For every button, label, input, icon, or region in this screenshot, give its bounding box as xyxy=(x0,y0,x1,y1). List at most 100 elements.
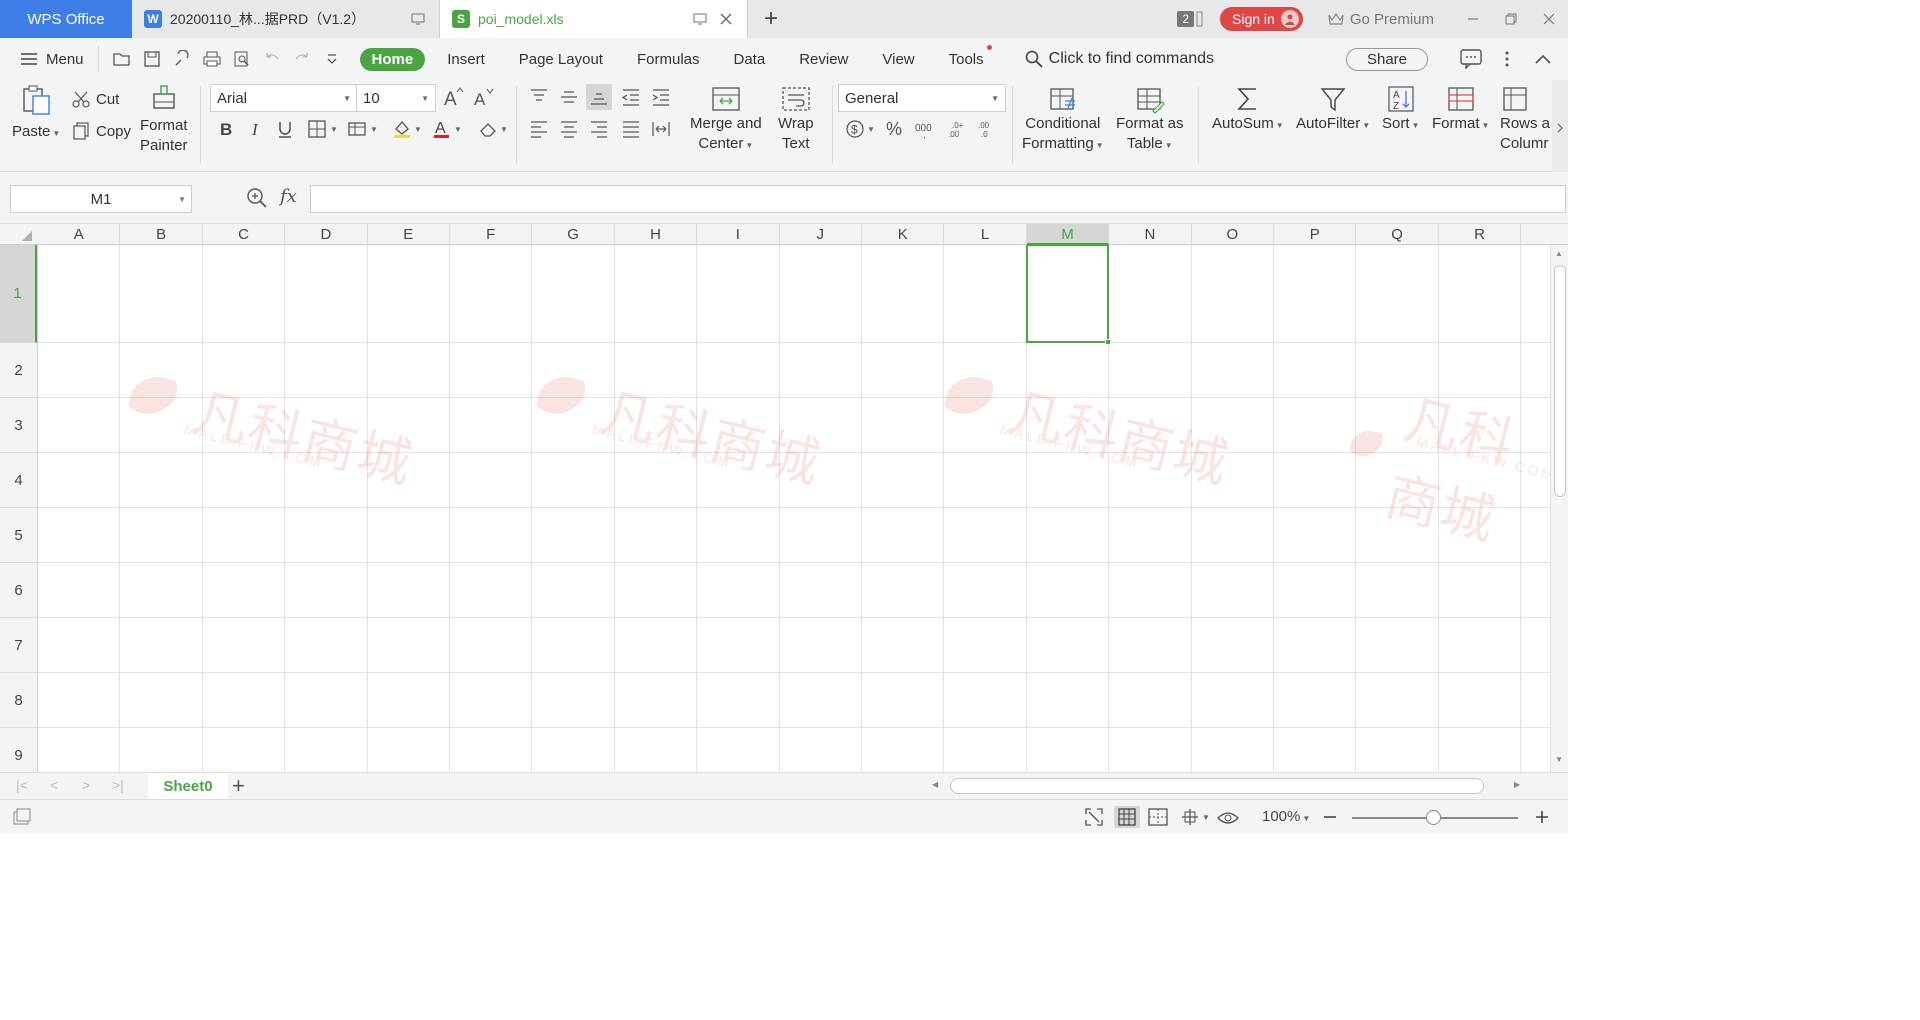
tab-view[interactable]: View xyxy=(870,47,926,72)
clear-format-icon[interactable]: ▼ xyxy=(476,116,510,142)
row-header-6[interactable]: 6 xyxy=(0,563,37,618)
tab-formulas[interactable]: Formulas xyxy=(625,47,712,72)
row-header-5[interactable]: 5 xyxy=(0,508,37,563)
last-sheet-icon[interactable]: >| xyxy=(112,777,124,793)
open-folder-icon[interactable] xyxy=(112,50,131,68)
tab-insert[interactable]: Insert xyxy=(435,47,497,72)
new-tab-button[interactable]: + xyxy=(748,0,794,38)
vertical-scrollbar[interactable]: ▲ ▼ xyxy=(1550,245,1568,772)
column-header-a[interactable]: A xyxy=(38,224,121,245)
window-count-badge[interactable]: 2 xyxy=(1177,0,1204,38)
comment-icon[interactable] xyxy=(1460,48,1482,70)
row-header-7[interactable]: 7 xyxy=(0,618,37,673)
distribute-icon[interactable] xyxy=(648,116,674,142)
tab-data[interactable]: Data xyxy=(722,47,778,72)
column-header-c[interactable]: C xyxy=(203,224,286,245)
merge-center-button[interactable]: Merge and Center ▼ xyxy=(690,84,762,156)
more-options-icon[interactable] xyxy=(1496,48,1518,70)
row-header-9[interactable]: 9 xyxy=(0,728,37,772)
zoom-out-icon[interactable] xyxy=(1318,806,1342,828)
share-button[interactable]: Share xyxy=(1345,47,1428,71)
column-header-g[interactable]: G xyxy=(532,224,615,245)
italic-icon[interactable]: I xyxy=(242,116,268,142)
column-header-h[interactable]: H xyxy=(615,224,698,245)
sort-button[interactable]: AZ Sort ▼ xyxy=(1382,84,1419,136)
format-painter-button[interactable]: Format Painter xyxy=(140,84,188,156)
fill-color-icon[interactable]: ▼ xyxy=(390,116,424,142)
select-all-corner[interactable] xyxy=(0,224,38,245)
decrease-font-icon[interactable]: A xyxy=(470,84,496,110)
redo-icon[interactable] xyxy=(293,50,311,68)
vertical-scroll-thumb[interactable] xyxy=(1554,265,1566,497)
format-button[interactable]: Format ▼ xyxy=(1432,84,1489,136)
column-header-e[interactable]: E xyxy=(368,224,450,245)
cell-grid[interactable]: 凡科商城 MALL.FKW.COM 凡科商城 MALL.FKW.COM 凡科商城… xyxy=(38,245,1550,772)
increase-decimal-icon[interactable]: .0+ .00 xyxy=(944,116,970,142)
conditional-formatting-button[interactable]: Conditional Formatting ▼ xyxy=(1022,84,1104,156)
tab-review[interactable]: Review xyxy=(787,47,860,72)
selected-cell[interactable] xyxy=(1025,245,1112,345)
eye-protection-icon[interactable] xyxy=(1216,806,1240,828)
customize-qa-icon[interactable] xyxy=(323,50,341,68)
collapse-ribbon-icon[interactable] xyxy=(1532,48,1554,70)
monitor-icon[interactable] xyxy=(691,10,709,28)
sheet-tab-sheet0[interactable]: Sheet0 xyxy=(148,773,228,800)
tab-page-layout[interactable]: Page Layout xyxy=(507,47,615,72)
copy-button[interactable]: Copy xyxy=(72,122,131,140)
zoom-in-icon[interactable] xyxy=(1530,806,1554,828)
zoom-level[interactable]: 100% ▼ xyxy=(1262,808,1310,825)
cut-button[interactable]: Cut xyxy=(72,90,119,108)
scroll-left-icon[interactable]: ◀ xyxy=(932,780,938,789)
decrease-indent-icon[interactable] xyxy=(618,84,644,110)
page-break-view-icon[interactable] xyxy=(1146,806,1170,828)
export-icon[interactable] xyxy=(173,50,191,68)
percent-icon[interactable]: % xyxy=(882,116,908,142)
normal-view-icon[interactable] xyxy=(1114,806,1140,828)
column-header-p[interactable]: P xyxy=(1274,224,1357,245)
sign-in-button[interactable]: Sign in xyxy=(1220,7,1303,31)
paste-button[interactable]: Paste ▼ xyxy=(12,84,60,144)
first-sheet-icon[interactable]: |< xyxy=(16,777,28,793)
tab-tools[interactable]: Tools xyxy=(937,44,996,72)
prev-sheet-icon[interactable]: < xyxy=(50,777,58,793)
font-size-select[interactable]: 10 ▼ xyxy=(356,84,436,112)
scroll-right-icon[interactable]: ▶ xyxy=(1514,780,1520,789)
column-header-d[interactable]: D xyxy=(285,224,368,245)
column-header-r[interactable]: R xyxy=(1439,224,1522,245)
tab-home[interactable]: Home xyxy=(359,47,426,71)
undo-icon[interactable] xyxy=(263,50,281,68)
doc-tab-prd[interactable]: W 20200110_林...据PRD（V1.2） xyxy=(132,0,440,38)
close-window-button[interactable] xyxy=(1530,0,1568,38)
autosum-button[interactable]: AutoSum ▼ xyxy=(1212,84,1284,136)
next-sheet-icon[interactable]: > xyxy=(82,777,90,793)
column-header-i[interactable]: I xyxy=(697,224,780,245)
row-header-2[interactable]: 2 xyxy=(0,343,37,398)
wps-office-tab[interactable]: WPS Office xyxy=(0,0,132,38)
zoom-formula-icon[interactable] xyxy=(246,187,268,209)
scroll-up-icon[interactable]: ▲ xyxy=(1555,249,1563,258)
underline-icon[interactable] xyxy=(272,116,298,142)
increase-indent-icon[interactable] xyxy=(648,84,674,110)
column-header-b[interactable]: B xyxy=(120,224,203,245)
ribbon-scroll-right[interactable] xyxy=(1552,80,1568,172)
minimize-button[interactable] xyxy=(1454,0,1492,38)
horizontal-scroll-thumb[interactable] xyxy=(950,778,1484,794)
row-header-4[interactable]: 4 xyxy=(0,453,37,508)
monitor-icon[interactable] xyxy=(409,10,427,28)
cell-style-icon[interactable]: ▼ xyxy=(346,116,380,142)
main-menu-button[interactable]: Menu xyxy=(0,46,99,72)
row-header-1[interactable]: 1 xyxy=(0,245,37,343)
font-name-select[interactable]: Arial ▼ xyxy=(210,84,358,112)
formula-input[interactable] xyxy=(310,185,1566,213)
align-center-icon[interactable] xyxy=(556,116,582,142)
zoom-slider-handle[interactable] xyxy=(1426,810,1441,825)
column-header-m[interactable]: M xyxy=(1026,224,1110,245)
horizontal-scrollbar[interactable]: ◀ ▶ xyxy=(928,778,1528,795)
scroll-down-icon[interactable]: ▼ xyxy=(1555,755,1563,764)
row-header-3[interactable]: 3 xyxy=(0,398,37,453)
column-header-f[interactable]: F xyxy=(450,224,533,245)
close-tab-icon[interactable] xyxy=(717,10,735,28)
wrap-text-button[interactable]: Wrap Text xyxy=(778,84,814,154)
increase-font-icon[interactable]: A xyxy=(440,84,466,110)
align-left-icon[interactable] xyxy=(526,116,552,142)
